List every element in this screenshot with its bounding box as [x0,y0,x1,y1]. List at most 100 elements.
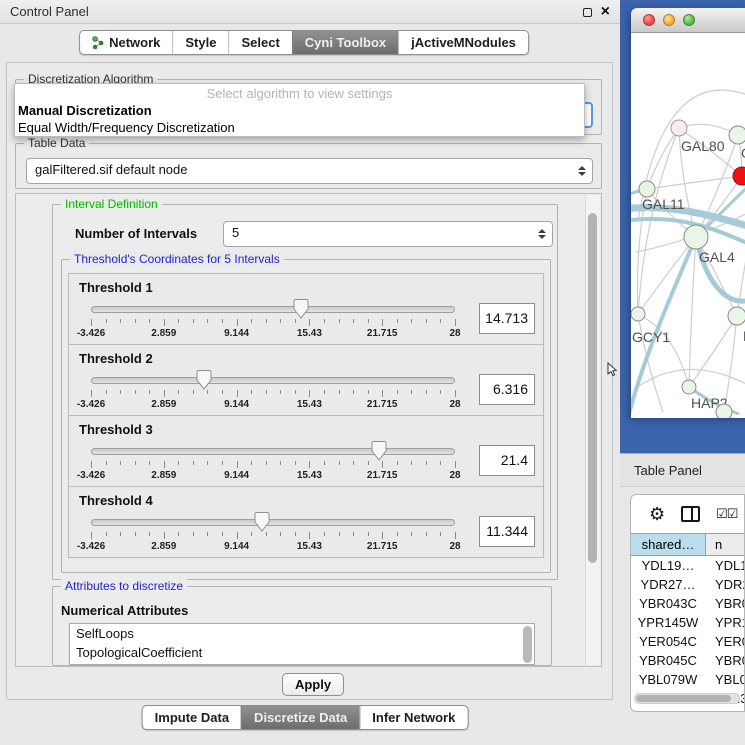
table-row[interactable]: YDR27…YDR2 [631,575,744,594]
threshold-value-field[interactable] [479,303,535,334]
network-node[interactable] [728,307,745,325]
table-row[interactable]: YIL052CYIL0 [631,708,744,712]
slider-track[interactable] [91,377,455,384]
slider-tick [339,319,340,323]
network-node[interactable] [631,307,645,321]
slider-track[interactable] [91,306,455,313]
tab-network[interactable]: Network [80,31,172,54]
tab-style[interactable]: Style [172,31,228,54]
zoom-traffic-light-icon[interactable] [683,14,695,26]
close-icon[interactable]: × [601,4,610,20]
slider-thumb[interactable] [293,298,310,320]
slider-tick [440,319,441,323]
threshold-slider[interactable]: -3.4262.8599.14415.4321.71528 [79,508,467,554]
slider-tick [120,390,121,394]
slider-tick [295,532,296,536]
threshold-body: -3.4262.8599.14415.4321.71528 [69,295,543,341]
table-data-value: galFiltered.sif default node [35,162,576,181]
network-node[interactable] [671,120,687,136]
threshold-value-field[interactable] [479,445,535,476]
tab-cyni-toolbox[interactable]: Cyni Toolbox [292,31,398,54]
network-node[interactable] [682,380,696,394]
table-row[interactable]: YBR045CYBR0 [631,651,744,670]
table-row[interactable]: YBR043CYBR0 [631,594,744,613]
menu-item-manual-discretization[interactable]: Manual Discretization [15,102,584,119]
slider-tick-label: 28 [449,399,460,410]
scrollbar-thumb[interactable] [588,213,597,563]
slider-tick [309,461,310,468]
list-item-topologicalcoefficient[interactable]: TopologicalCoefficient [70,643,534,662]
cell-name: YIL0 [706,708,744,712]
close-traffic-light-icon[interactable] [643,14,655,26]
bottom-tabbar: Impute Data Discretize Data Infer Networ… [142,705,469,730]
cell-shared-name: YBR045C [631,651,706,670]
network-canvas[interactable]: GAL80GCGAL11GAL4HGCY1HAP2 [631,33,745,418]
slider-tick [266,461,267,465]
minimize-traffic-light-icon[interactable] [663,14,675,26]
table-row[interactable]: YBL079WYBL0 [631,670,744,689]
slider-tick [149,532,150,536]
threshold-slider[interactable]: -3.4262.8599.14415.4321.71528 [79,295,467,341]
slider-thumb[interactable] [254,511,271,533]
number-of-intervals-combobox[interactable]: 5 [223,221,553,247]
slider-tick [178,461,179,465]
slider-tick [135,319,136,323]
network-view-window[interactable]: GAL80GCGAL11GAL4HGCY1HAP2 [631,8,745,418]
slider-tick [426,319,427,323]
slider-track[interactable] [91,448,455,455]
threshold-panel: Threshold 3-3.4262.8599.14415.4321.71528 [68,415,544,487]
threshold-value-field[interactable] [479,374,535,405]
network-node[interactable] [684,225,708,249]
table-horizontal-scrollbar[interactable] [634,693,740,704]
slider-tick [426,532,427,536]
slider-tick [280,319,281,323]
select-columns-icon[interactable]: ☑☑ [716,506,737,522]
slider-tick [339,390,340,394]
list-item-betweennesscentrality[interactable]: BetweennessCentrality [70,662,534,665]
tab-discretize-data[interactable]: Discretize Data [241,706,359,729]
tab-jactivemnodules[interactable]: jActiveMNodules [398,31,528,54]
slider-tick [309,319,310,326]
column-header-name[interactable]: n [706,534,744,555]
threshold-slider[interactable]: -3.4262.8599.14415.4321.71528 [79,366,467,412]
threshold-value-field[interactable] [479,516,535,547]
table-data-combobox[interactable]: galFiltered.sif default node [26,158,593,184]
table-row[interactable]: YPR145WYPR1 [631,613,744,632]
float-window-icon[interactable] [583,8,592,17]
column-header-shared[interactable]: shared… [631,534,706,555]
slider-tick [149,461,150,465]
tab-impute-data[interactable]: Impute Data [143,706,241,729]
slider-tick [237,319,238,326]
slider-track[interactable] [91,519,455,526]
cell-name: YDR2 [706,575,744,594]
table-row[interactable]: YDL19…YDL1 [631,556,744,575]
split-columns-icon[interactable] [681,506,700,522]
slider-tick-label: 15.43 [297,399,322,410]
scrollbar-thumb[interactable] [636,695,731,702]
network-node[interactable] [729,126,745,144]
network-node[interactable] [716,404,732,418]
tab-select[interactable]: Select [228,31,291,54]
slider-tick-label: 2.859 [151,541,176,552]
slider-thumb[interactable] [370,440,387,462]
slider-thumb[interactable] [195,369,212,391]
network-node[interactable] [639,181,655,197]
network-icon [92,36,104,50]
menu-item-equal-width-frequency[interactable]: Equal Width/Frequency Discretization [15,119,584,136]
tab-label: Select [241,35,279,50]
threshold-stack: Threshold 1-3.4262.8599.14415.4321.71528… [68,273,544,558]
slider-tick [382,461,383,468]
table-row[interactable]: YER054CYER0 [631,632,744,651]
threshold-slider[interactable]: -3.4262.8599.14415.4321.71528 [79,437,467,483]
list-scrollbar[interactable] [523,626,532,663]
slider-tick [411,461,412,465]
tab-infer-network[interactable]: Infer Network [359,706,467,729]
gear-icon[interactable]: ⚙ [649,505,665,523]
network-graph: GAL80GCGAL11GAL4HGCY1HAP2 [631,33,745,418]
apply-button[interactable]: Apply [282,673,344,696]
panel-scrollbar[interactable] [585,195,600,665]
tab-label: Infer Network [372,710,455,725]
combobox-spinner-icon [576,166,592,176]
slider-tick [324,319,325,323]
list-item-selfloops[interactable]: SelfLoops [70,624,534,643]
